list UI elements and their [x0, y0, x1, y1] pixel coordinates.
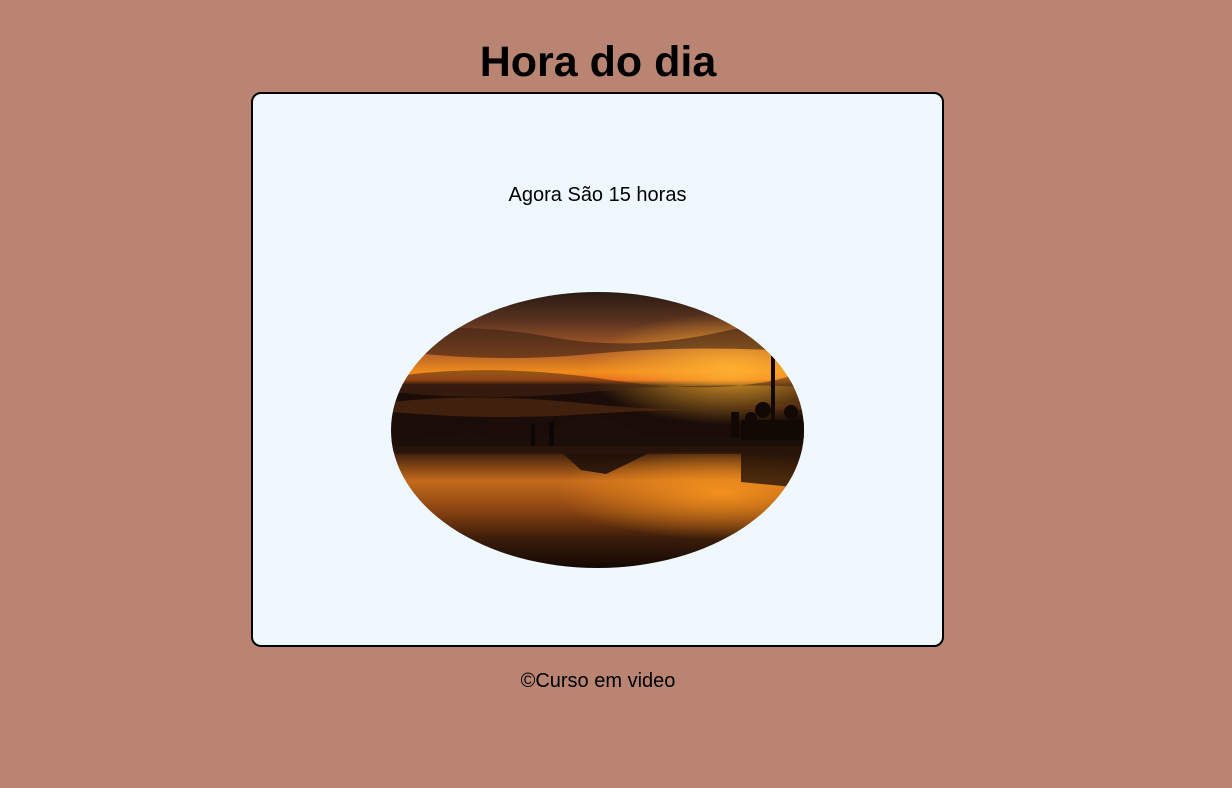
sunset-photo	[391, 292, 804, 568]
sunset-image	[391, 292, 804, 568]
page-title: Hora do dia	[479, 38, 717, 86]
time-card: Agora São 15 horas	[251, 92, 944, 647]
footer-copyright: ©Curso em video	[520, 670, 676, 692]
time-message: Agora São 15 horas	[508, 184, 687, 206]
